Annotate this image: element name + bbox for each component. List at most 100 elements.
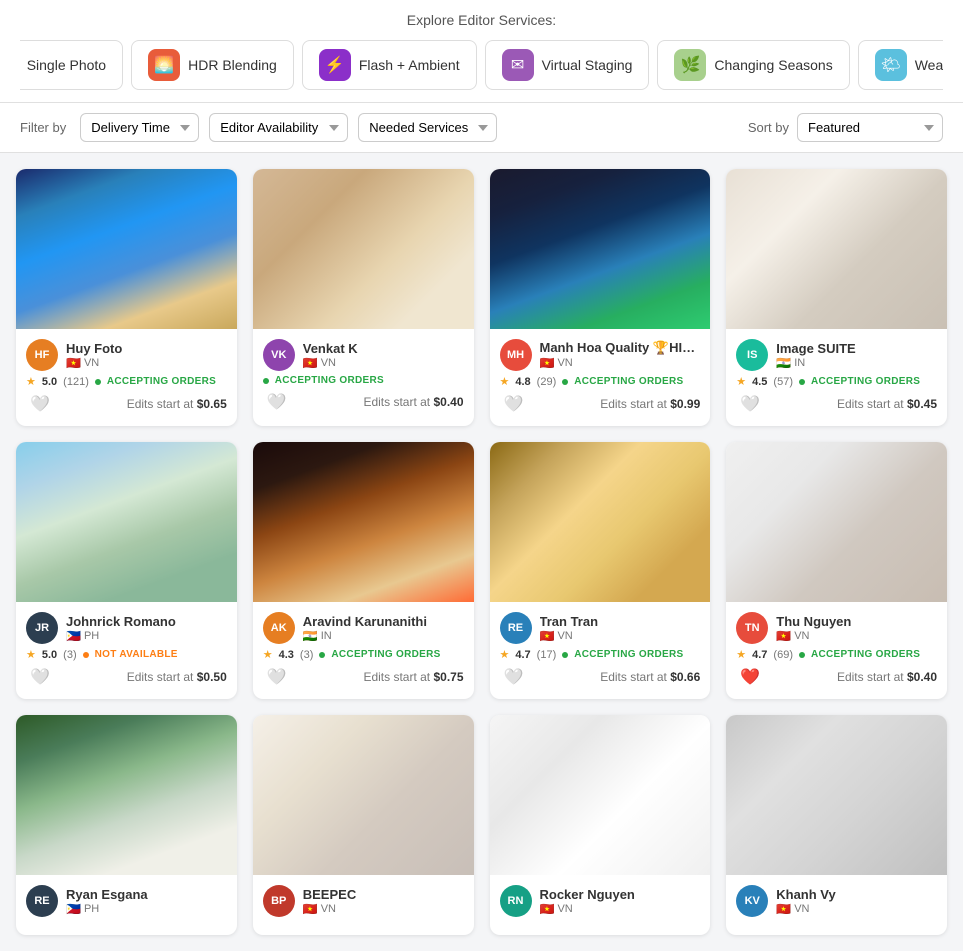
- status-dot: [95, 379, 101, 385]
- sort-by-label: Sort by: [748, 120, 789, 135]
- country-code: VN: [557, 903, 572, 915]
- like-button[interactable]: 🤍: [500, 665, 528, 689]
- like-button[interactable]: 🤍: [736, 392, 764, 416]
- price-value: $0.50: [197, 670, 227, 684]
- price-value: $0.45: [907, 397, 937, 411]
- card-image: [253, 169, 474, 329]
- star-icon: ★: [736, 375, 746, 388]
- status-text: ACCEPTING ORDERS: [331, 649, 440, 660]
- card-editor: JR Johnrick Romano 🇵🇭 PH: [26, 612, 227, 644]
- rating-value: 5.0: [42, 376, 57, 388]
- avatar: TN: [736, 612, 768, 644]
- country-flag: 🇻🇳: [776, 629, 791, 643]
- star-icon: ★: [736, 648, 746, 661]
- weather-icon: 🌤: [875, 49, 907, 81]
- editor-name: Huy Foto: [66, 341, 227, 356]
- card-item[interactable]: IS Image SUITE 🇮🇳 IN ★ 4.5 (57) ACCEPTIN…: [726, 169, 947, 426]
- editor-name: Manh Hoa Quality 🏆HIGH – END +: [540, 340, 701, 356]
- editor-name: Khanh Vy: [776, 887, 937, 902]
- card-image: [490, 442, 711, 602]
- price-value: $0.40: [433, 395, 463, 409]
- star-icon: ★: [263, 648, 273, 661]
- avatar: IS: [736, 339, 768, 371]
- country-flag: 🇵🇭: [66, 902, 81, 916]
- card-item[interactable]: TN Thu Nguyen 🇻🇳 VN ★ 4.7 (69) ACCEPTING…: [726, 442, 947, 699]
- card-item[interactable]: RE Tran Tran 🇻🇳 VN ★ 4.7 (17) ACCEPTING …: [490, 442, 711, 699]
- like-button[interactable]: 🤍: [263, 665, 291, 689]
- service-tab-changing-seasons[interactable]: 🌿 Changing Seasons: [657, 40, 849, 90]
- editor-info: Khanh Vy 🇻🇳 VN: [776, 887, 937, 916]
- card-stats: ★ 5.0 (3) NOT AVAILABLE: [26, 648, 227, 661]
- service-tab-weather[interactable]: 🌤 Wea... >P: [858, 40, 943, 90]
- price-text: Edits start at $0.50: [127, 670, 227, 684]
- status-text: NOT AVAILABLE: [95, 649, 178, 660]
- hdr-blending-icon: 🌅: [148, 49, 180, 81]
- card-item[interactable]: JR Johnrick Romano 🇵🇭 PH ★ 5.0 (3) NOT A…: [16, 442, 237, 699]
- card-body: RE Ryan Esgana 🇵🇭 PH: [16, 875, 237, 935]
- card-item[interactable]: RN Rocker Nguyen 🇻🇳 VN: [490, 715, 711, 935]
- editor-name: Tran Tran: [540, 614, 701, 629]
- card-item[interactable]: BP BEEPEC 🇻🇳 VN: [253, 715, 474, 935]
- top-bar: Explore Editor Services: 📷 Single Photo …: [0, 0, 963, 103]
- like-button[interactable]: 🤍: [263, 390, 291, 414]
- card-image: [253, 715, 474, 875]
- avatar: VK: [263, 339, 295, 371]
- card-image: [16, 169, 237, 329]
- rating-value: 4.7: [515, 649, 530, 661]
- country-flag: 🇻🇳: [540, 902, 555, 916]
- avatar: AK: [263, 612, 295, 644]
- avatar: JR: [26, 612, 58, 644]
- card-footer: 🤍 Edits start at $0.66: [500, 665, 701, 689]
- editor-name: Image SUITE: [776, 341, 937, 356]
- card-editor: RE Ryan Esgana 🇵🇭 PH: [26, 885, 227, 917]
- card-item[interactable]: AK Aravind Karunanithi 🇮🇳 IN ★ 4.3 (3) A…: [253, 442, 474, 699]
- price-text: Edits start at $0.40: [363, 395, 463, 409]
- service-tab-single-photo[interactable]: 📷 Single Photo: [20, 40, 123, 90]
- status-dot: [799, 379, 805, 385]
- country-code: IN: [794, 357, 805, 369]
- like-button[interactable]: 🤍: [26, 392, 54, 416]
- price-text: Edits start at $0.66: [600, 670, 700, 684]
- card-body: VK Venkat K 🇻🇳 VN ACCEPTING ORDERS 🤍 Edi…: [253, 329, 474, 424]
- card-image: [16, 442, 237, 602]
- card-item[interactable]: VK Venkat K 🇻🇳 VN ACCEPTING ORDERS 🤍 Edi…: [253, 169, 474, 426]
- needed-services-filter[interactable]: Needed ServicesSingle PhotoHDR BlendingF…: [358, 113, 497, 142]
- card-footer: 🤍 Edits start at $0.65: [26, 392, 227, 416]
- like-button[interactable]: 🤍: [500, 392, 528, 416]
- flash-ambient-label: Flash + Ambient: [359, 57, 460, 73]
- card-item[interactable]: MH Manh Hoa Quality 🏆HIGH – END + 🇻🇳 VN …: [490, 169, 711, 426]
- star-icon: ★: [500, 375, 510, 388]
- editor-country: 🇻🇳 VN: [303, 902, 464, 916]
- service-tab-virtual-staging[interactable]: ✉ Virtual Staging: [485, 40, 650, 90]
- editor-info: Ryan Esgana 🇵🇭 PH: [66, 887, 227, 916]
- editor-info: BEEPEC 🇻🇳 VN: [303, 887, 464, 916]
- editor-availability-filter[interactable]: Editor AvailabilityAvailable NowBusy: [209, 113, 348, 142]
- card-item[interactable]: KV Khanh Vy 🇻🇳 VN: [726, 715, 947, 935]
- service-tab-hdr-blending[interactable]: 🌅 HDR Blending: [131, 40, 294, 90]
- card-item[interactable]: HF Huy Foto 🇻🇳 VN ★ 5.0 (121) ACCEPTING …: [16, 169, 237, 426]
- editor-country: 🇻🇳 VN: [540, 902, 701, 916]
- card-editor: BP BEEPEC 🇻🇳 VN: [263, 885, 464, 917]
- card-editor: RE Tran Tran 🇻🇳 VN: [500, 612, 701, 644]
- card-body: AK Aravind Karunanithi 🇮🇳 IN ★ 4.3 (3) A…: [253, 602, 474, 699]
- virtual-staging-icon: ✉: [502, 49, 534, 81]
- editor-info: Manh Hoa Quality 🏆HIGH – END + 🇻🇳 VN: [540, 340, 701, 370]
- card-image: [726, 169, 947, 329]
- service-tab-flash-ambient[interactable]: ⚡ Flash + Ambient: [302, 40, 477, 90]
- delivery-time-filter[interactable]: Delivery Time24 Hours48 Hours3 Days1 Wee…: [80, 113, 199, 142]
- service-tabs: 📷 Single Photo 🌅 HDR Blending ⚡ Flash + …: [20, 40, 943, 90]
- sort-by-select[interactable]: FeaturedPrice: Low to HighPrice: High to…: [797, 113, 943, 142]
- country-code: VN: [557, 630, 572, 642]
- editor-info: Venkat K 🇻🇳 VN: [303, 341, 464, 370]
- editor-country: 🇵🇭 PH: [66, 902, 227, 916]
- card-editor: TN Thu Nguyen 🇻🇳 VN: [736, 612, 937, 644]
- country-code: PH: [84, 903, 99, 915]
- like-button[interactable]: ❤️: [736, 665, 764, 689]
- country-code: VN: [794, 630, 809, 642]
- explore-title: Explore Editor Services:: [20, 12, 943, 28]
- like-button[interactable]: 🤍: [26, 665, 54, 689]
- card-body: TN Thu Nguyen 🇻🇳 VN ★ 4.7 (69) ACCEPTING…: [726, 602, 947, 699]
- price-value: $0.65: [197, 397, 227, 411]
- card-item[interactable]: RE Ryan Esgana 🇵🇭 PH: [16, 715, 237, 935]
- card-editor: MH Manh Hoa Quality 🏆HIGH – END + 🇻🇳 VN: [500, 339, 701, 371]
